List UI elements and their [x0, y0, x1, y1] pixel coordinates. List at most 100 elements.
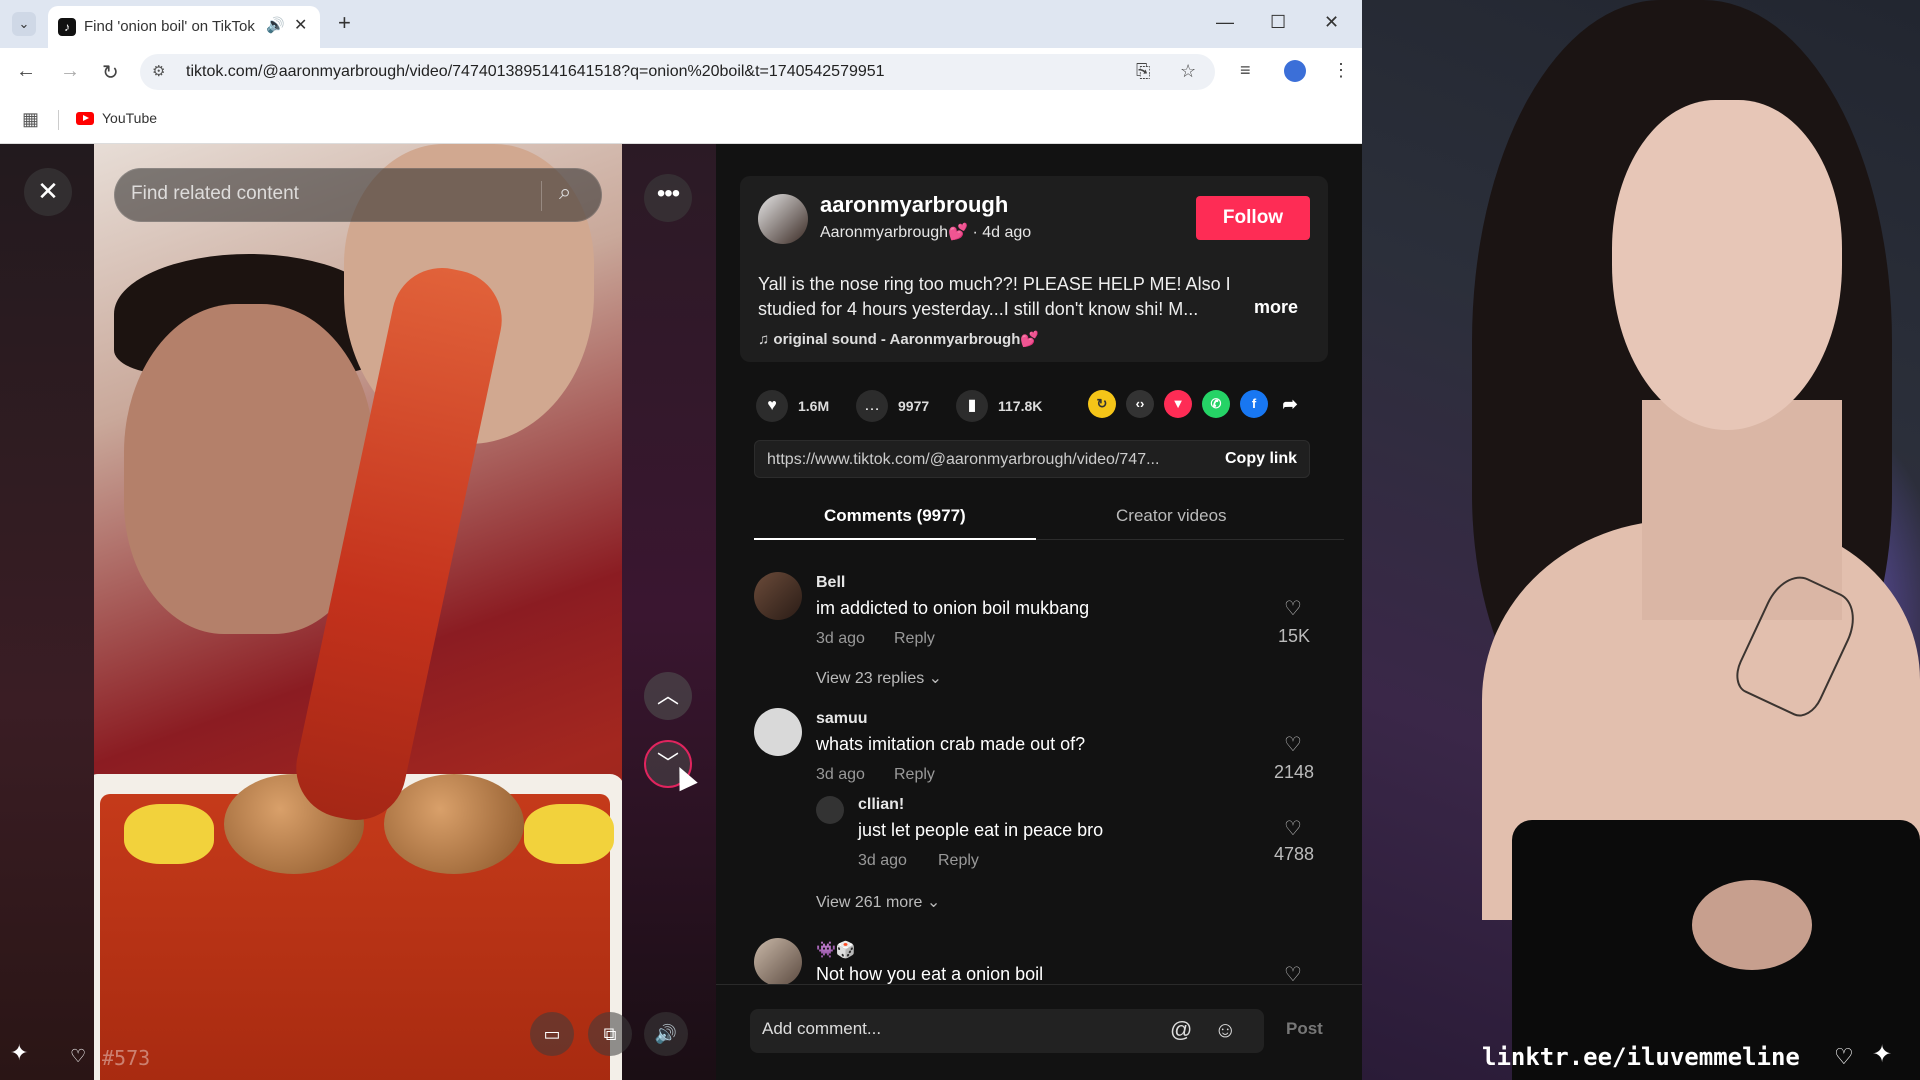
- close-window-icon[interactable]: ✕: [1324, 12, 1339, 33]
- share-icon[interactable]: ➦: [1276, 390, 1304, 418]
- tab-strip: ⌄ ♪ Find 'onion boil' on TikTok 🔊 ✕ + — …: [0, 0, 1362, 48]
- close-video-icon[interactable]: ✕: [24, 168, 72, 216]
- video-panel: ✕ ⌕ ••• ︿ ﹀ ▭ ⧉ 🔊: [0, 144, 716, 1080]
- stream-link-text: linktr.ee/iluvemmeline: [1482, 1043, 1800, 1071]
- bookmarks-bar: ▦ YouTube: [0, 96, 1362, 144]
- media-control-icon[interactable]: ≡: [1240, 60, 1251, 81]
- comment-item: samuu whats imitation crab made out of? …: [754, 708, 1314, 928]
- site-info-icon[interactable]: ⚙: [152, 62, 165, 80]
- facebook-icon[interactable]: f: [1240, 390, 1268, 418]
- comment-heart-icon[interactable]: ♡: [1284, 596, 1302, 621]
- mention-icon[interactable]: @: [1170, 1017, 1192, 1043]
- comment-heart-icon[interactable]: ♡: [1284, 962, 1302, 984]
- tab-search-icon[interactable]: ⌄: [12, 12, 36, 36]
- follow-button[interactable]: Follow: [1196, 196, 1310, 240]
- reply-button[interactable]: Reply: [938, 852, 979, 870]
- comment-item: Bell im addicted to onion boil mukbang 3…: [754, 572, 1314, 692]
- view-replies-button[interactable]: View 23 replies ⌄: [816, 668, 942, 688]
- active-tab[interactable]: ♪ Find 'onion boil' on TikTok 🔊 ✕: [48, 6, 320, 48]
- reply-button[interactable]: Reply: [894, 630, 935, 648]
- heart-icon[interactable]: ♥: [756, 390, 788, 422]
- avatar[interactable]: [816, 796, 844, 824]
- related-search-box[interactable]: ⌕: [114, 168, 602, 222]
- search-icon[interactable]: ⌕: [559, 179, 571, 205]
- comment-heart-icon[interactable]: ♡: [1284, 732, 1302, 757]
- tab-close-icon[interactable]: ✕: [294, 15, 307, 35]
- captions-icon[interactable]: ▭: [530, 1012, 574, 1056]
- comment-icon[interactable]: …: [856, 390, 888, 422]
- share-link-box: https://www.tiktok.com/@aaronmyarbrough/…: [754, 440, 1310, 478]
- view-more-button[interactable]: View 261 more ⌄: [816, 892, 940, 912]
- comment-like-count: 4788: [1273, 844, 1315, 864]
- details-panel: aaronmyarbrough Aaronmyarbrough💕 · 4d ag…: [716, 144, 1362, 1080]
- tab-audio-icon[interactable]: 🔊: [266, 16, 285, 34]
- comment-item: 👾🎲 Not how you eat a onion boil ♡: [754, 938, 1314, 984]
- bookmark-youtube[interactable]: YouTube: [102, 110, 157, 126]
- minimize-icon[interactable]: —: [1216, 12, 1234, 33]
- heart-outline-icon: ♡: [1834, 1044, 1854, 1069]
- menu-icon[interactable]: ⋮: [1332, 60, 1350, 81]
- screen: ⌄ ♪ Find 'onion boil' on TikTok 🔊 ✕ + — …: [0, 0, 1920, 1080]
- comment-user[interactable]: samuu: [816, 710, 868, 728]
- back-icon[interactable]: ←: [16, 60, 36, 83]
- sound-label: original sound - Aaronmyarbrough💕: [773, 331, 1040, 348]
- comment-input[interactable]: [762, 1019, 1142, 1039]
- browser-window: ⌄ ♪ Find 'onion boil' on TikTok 🔊 ✕ + — …: [0, 0, 1362, 1080]
- reload-icon[interactable]: ↻: [102, 60, 119, 85]
- chevron-up-icon[interactable]: ︿: [644, 672, 692, 720]
- video-player[interactable]: [94, 144, 622, 1080]
- send-icon[interactable]: ▼: [1164, 390, 1192, 418]
- embed-icon[interactable]: ‹›: [1126, 390, 1154, 418]
- tab-comments[interactable]: Comments (9977): [824, 506, 966, 526]
- emoji-icon[interactable]: ☺: [1214, 1017, 1236, 1043]
- tab-creator-videos[interactable]: Creator videos: [1116, 506, 1227, 526]
- repost-icon[interactable]: ↻: [1088, 390, 1116, 418]
- bookmark-star-icon[interactable]: ☆: [1180, 61, 1196, 82]
- comment-like-count: 2148: [1273, 762, 1315, 782]
- apps-grid-icon[interactable]: ▦: [22, 109, 39, 130]
- avatar[interactable]: [754, 708, 802, 756]
- reply-button[interactable]: Reply: [894, 766, 935, 784]
- volume-icon[interactable]: 🔊: [644, 1012, 688, 1056]
- author-meta: Aaronmyarbrough💕 · 4d ago: [820, 222, 1031, 242]
- comment-text: whats imitation crab made out of?: [816, 734, 1086, 754]
- comment-user[interactable]: Bell: [816, 574, 845, 592]
- maximize-icon[interactable]: ☐: [1270, 12, 1286, 33]
- tiktok-page: ✕ ⌕ ••• ︿ ﹀ ▭ ⧉ 🔊 aaronmyarbrough: [0, 144, 1362, 1080]
- url-text[interactable]: tiktok.com/@aaronmyarbrough/video/747401…: [186, 63, 885, 81]
- heart-outline-icon: ♡: [70, 1046, 87, 1066]
- bookmarks-divider: [58, 110, 59, 130]
- profile-avatar[interactable]: [1284, 60, 1306, 82]
- add-comment-box[interactable]: @ ☺: [750, 1009, 1264, 1053]
- browser-toolbar: ← → ↻ ⚙ tiktok.com/@aaronmyarbrough/vide…: [0, 48, 1362, 96]
- avatar[interactable]: [754, 572, 802, 620]
- post-caption: Yall is the nose ring too much??! PLEASE…: [758, 274, 1231, 319]
- address-bar[interactable]: ⚙ tiktok.com/@aaronmyarbrough/video/7474…: [140, 54, 1215, 90]
- comment-user[interactable]: 👾🎲: [816, 940, 856, 960]
- save-count: 117.8K: [998, 398, 1043, 414]
- comment-date: 3d ago: [816, 630, 865, 647]
- comment-user[interactable]: cllian!: [858, 796, 904, 814]
- share-link-url[interactable]: https://www.tiktok.com/@aaronmyarbrough/…: [767, 451, 1197, 469]
- bookmark-icon[interactable]: ▮: [956, 390, 988, 422]
- comment-heart-icon[interactable]: ♡: [1284, 816, 1302, 841]
- sound-link[interactable]: ♫ original sound - Aaronmyarbrough💕: [758, 330, 1039, 348]
- new-tab-button[interactable]: +: [338, 10, 351, 36]
- caption-more-link[interactable]: more: [1254, 297, 1298, 318]
- author-username[interactable]: aaronmyarbrough: [820, 192, 1008, 218]
- add-comment-bar: @ ☺ Post: [716, 984, 1362, 1080]
- pip-icon[interactable]: ⧉: [588, 1012, 632, 1056]
- post-info-card: aaronmyarbrough Aaronmyarbrough💕 · 4d ag…: [740, 176, 1328, 362]
- tab-underline: [754, 538, 1036, 540]
- more-icon[interactable]: •••: [644, 174, 692, 222]
- related-search-input[interactable]: [131, 183, 531, 205]
- avatar[interactable]: [754, 938, 802, 984]
- install-icon[interactable]: ⎘: [1136, 61, 1150, 82]
- post-button[interactable]: Post: [1286, 1019, 1323, 1039]
- forward-icon[interactable]: →: [60, 60, 80, 83]
- copy-link-button[interactable]: Copy link: [1225, 450, 1297, 468]
- whatsapp-icon[interactable]: ✆: [1202, 390, 1230, 418]
- comment-count: 9977: [898, 398, 930, 414]
- comment-date: 3d ago: [816, 766, 865, 783]
- author-avatar[interactable]: [758, 194, 808, 244]
